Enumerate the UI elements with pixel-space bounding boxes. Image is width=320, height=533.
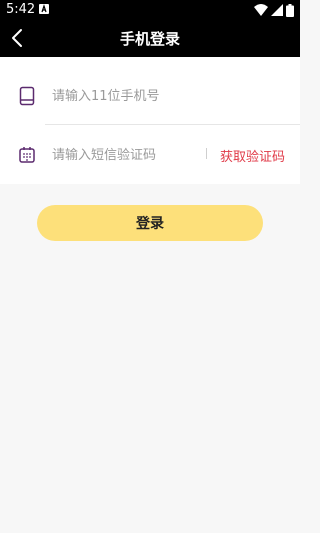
- code-separator: [206, 148, 207, 159]
- login-button[interactable]: 登录: [37, 205, 263, 241]
- notification-a-icon: [39, 4, 49, 14]
- status-time: 5:42: [6, 2, 36, 17]
- phone-icon: [19, 86, 35, 106]
- field-divider: [45, 124, 300, 125]
- title-bar: 手机登录: [0, 20, 300, 57]
- battery-icon: [286, 3, 294, 17]
- get-code-button[interactable]: 获取验证码: [220, 146, 285, 165]
- status-icons: [254, 3, 294, 17]
- wifi-icon: [254, 4, 268, 16]
- signal-icon: [271, 4, 283, 16]
- sms-row: 获取验证码: [0, 126, 300, 186]
- phone-row: [0, 67, 300, 127]
- page-title: 手机登录: [119, 30, 180, 48]
- sms-code-input[interactable]: [52, 144, 202, 166]
- message-code-icon: [19, 147, 35, 163]
- phone-input[interactable]: [52, 85, 222, 107]
- status-bar: 5:42: [0, 0, 300, 20]
- login-form: 获取验证码: [0, 57, 300, 184]
